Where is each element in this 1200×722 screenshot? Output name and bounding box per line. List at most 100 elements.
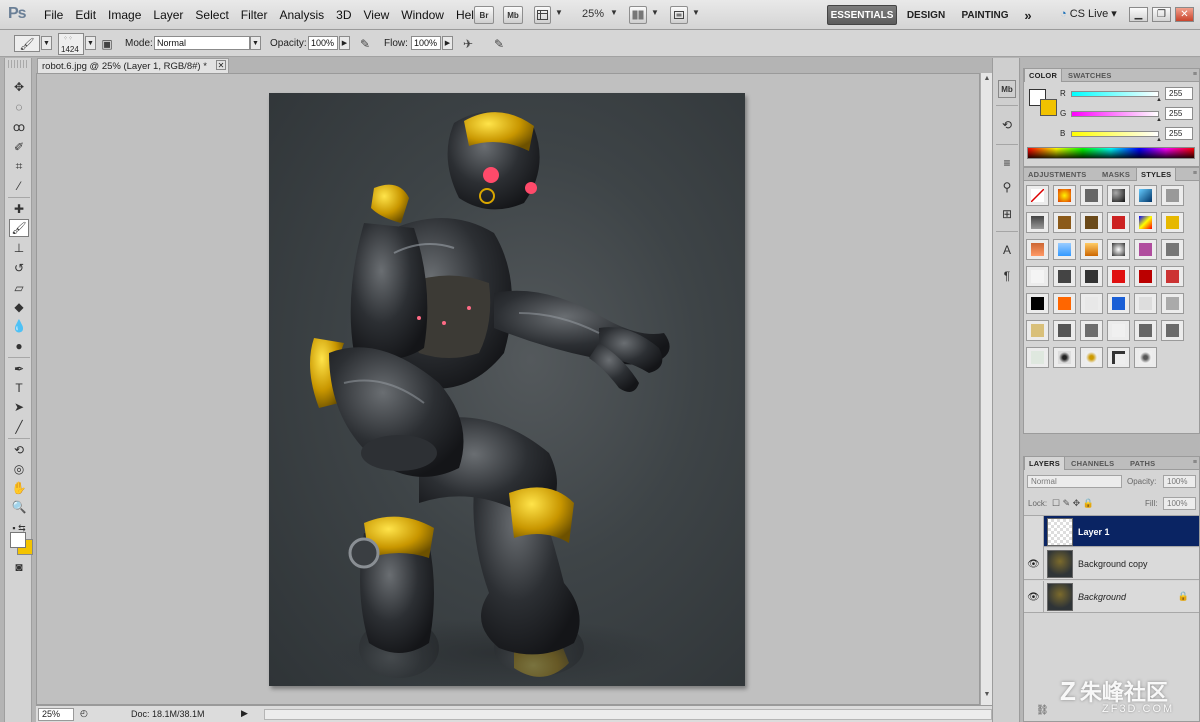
arrange-documents-icon[interactable] xyxy=(629,6,647,24)
style-preset-swatch[interactable] xyxy=(1053,293,1076,314)
tablet-pressure-opacity-icon[interactable]: ✎ xyxy=(356,35,374,52)
channel-b-input[interactable]: 255 xyxy=(1165,127,1193,140)
tool-presets-icon[interactable]: ⊞ xyxy=(998,205,1016,223)
chevron-down-icon[interactable]: ▼ xyxy=(250,36,261,50)
tab-swatches[interactable]: SWATCHES xyxy=(1064,69,1116,82)
style-preset-swatch[interactable] xyxy=(1080,185,1103,206)
zoom-level[interactable]: 25% xyxy=(582,8,604,20)
style-preset-swatch[interactable] xyxy=(1026,266,1049,287)
type-tool-icon[interactable]: T xyxy=(9,379,29,397)
layer-opacity-input[interactable]: 100% xyxy=(1163,475,1196,488)
style-preset-swatch[interactable] xyxy=(1080,320,1103,341)
chevron-down-icon[interactable]: ▼ xyxy=(41,36,52,50)
channel-g-input[interactable]: 255 xyxy=(1165,107,1193,120)
menu-window[interactable]: Window xyxy=(395,8,450,22)
brush-presets-icon[interactable]: ≡ xyxy=(998,154,1016,172)
chevron-right-icon[interactable]: ▶ xyxy=(442,36,453,50)
opacity-input[interactable]: 100% xyxy=(308,36,338,50)
style-preset-swatch[interactable] xyxy=(1107,293,1130,314)
tab-paths[interactable]: PATHS xyxy=(1126,457,1159,470)
style-preset-swatch[interactable] xyxy=(1080,293,1103,314)
chevron-down-icon[interactable]: ▼ xyxy=(610,8,618,17)
menu-analysis[interactable]: Analysis xyxy=(273,8,330,22)
style-preset-swatch[interactable] xyxy=(1134,347,1157,368)
move-tool-icon[interactable]: ✥ xyxy=(9,78,29,96)
style-preset-swatch[interactable] xyxy=(1080,266,1103,287)
quick-mask-icon[interactable]: ◙ xyxy=(9,558,29,576)
tab-color[interactable]: COLOR xyxy=(1024,69,1063,82)
zoom-tool-icon[interactable]: 🔍 xyxy=(9,498,29,516)
tab-adjustments[interactable]: ADJUSTMENTS xyxy=(1024,168,1090,181)
style-preset-swatch[interactable] xyxy=(1107,347,1130,368)
style-preset-swatch[interactable] xyxy=(1053,212,1076,233)
healing-brush-tool-icon[interactable]: ✚ xyxy=(9,200,29,218)
cs-live-button[interactable]: ◔ CS Live ▾ xyxy=(1060,7,1117,20)
tablet-pressure-size-icon[interactable]: ✎ xyxy=(490,35,508,52)
view-extras-icon[interactable] xyxy=(534,6,551,24)
canvas-image[interactable] xyxy=(269,93,745,686)
chevron-right-icon[interactable]: ▶ xyxy=(241,708,248,719)
style-preset-swatch[interactable] xyxy=(1134,212,1157,233)
restore-icon[interactable]: ❐ xyxy=(1152,7,1171,22)
channel-r-slider[interactable] xyxy=(1071,91,1159,97)
workspace-more-button[interactable]: » xyxy=(1018,5,1038,25)
workspace-essentials-button[interactable]: ESSENTIALS xyxy=(827,5,897,25)
brush-tool-icon[interactable]: 🖌 xyxy=(9,219,29,237)
lasso-tool-icon[interactable]: ꝏ xyxy=(9,118,29,136)
color-spectrum-ramp[interactable] xyxy=(1027,147,1195,159)
style-preset-swatch[interactable] xyxy=(1026,185,1049,206)
panel-menu-icon[interactable]: ≡ xyxy=(1193,170,1197,177)
tab-styles[interactable]: STYLES xyxy=(1136,168,1177,181)
slider-knob-icon[interactable]: ▲ xyxy=(1156,117,1162,123)
hand-tool-icon[interactable]: ✋ xyxy=(9,479,29,497)
paragraph-icon[interactable]: ¶ xyxy=(998,267,1016,285)
menu-image[interactable]: Image xyxy=(102,8,147,22)
blend-mode-select[interactable]: Normal xyxy=(1027,475,1122,488)
quick-selection-tool-icon[interactable]: ✐ xyxy=(9,138,29,156)
menu-filter[interactable]: Filter xyxy=(235,8,274,22)
document-tab[interactable]: robot.6.jpg @ 25% (Layer 1, RGB/8#) * ✕ xyxy=(37,58,229,73)
scroll-down-icon[interactable]: ▼ xyxy=(982,691,992,701)
status-zoom-input[interactable]: 25% xyxy=(38,708,74,721)
pen-tool-icon[interactable]: ✒ xyxy=(9,360,29,378)
airbrush-icon[interactable]: ✈ xyxy=(459,35,477,52)
style-preset-swatch[interactable] xyxy=(1053,320,1076,341)
style-preset-swatch[interactable] xyxy=(1053,347,1076,368)
style-preset-swatch[interactable] xyxy=(1161,320,1184,341)
screen-mode-icon[interactable] xyxy=(670,6,688,24)
foreground-color-swatch[interactable] xyxy=(10,532,26,548)
vertical-scrollbar[interactable]: ▲ ▼ xyxy=(980,73,992,705)
layer-row[interactable]: 👁 Background 🔒 xyxy=(1024,581,1199,613)
menu-layer[interactable]: Layer xyxy=(147,8,189,22)
mode-select[interactable]: Normal xyxy=(154,36,250,50)
chevron-down-icon[interactable]: ▼ xyxy=(555,8,563,17)
eye-icon[interactable]: 👁 xyxy=(1024,581,1044,613)
history-brush-tool-icon[interactable]: ↺ xyxy=(9,259,29,277)
panel-menu-icon[interactable]: ≡ xyxy=(1193,459,1197,466)
style-preset-swatch[interactable] xyxy=(1161,212,1184,233)
blur-tool-icon[interactable]: 💧 xyxy=(9,317,29,335)
style-preset-swatch[interactable] xyxy=(1080,347,1103,368)
dodge-tool-icon[interactable]: ● xyxy=(9,337,29,355)
style-preset-swatch[interactable] xyxy=(1161,293,1184,314)
crop-tool-icon[interactable]: ⌗ xyxy=(9,157,29,175)
menu-edit[interactable]: Edit xyxy=(69,8,102,22)
style-preset-swatch[interactable] xyxy=(1134,320,1157,341)
bridge-button[interactable]: Br xyxy=(474,6,494,24)
scroll-up-icon[interactable]: ▲ xyxy=(982,75,992,85)
style-preset-swatch[interactable] xyxy=(1080,239,1103,260)
horizontal-scrollbar[interactable] xyxy=(264,709,992,720)
style-preset-swatch[interactable] xyxy=(1053,266,1076,287)
paint-bucket-tool-icon[interactable]: ◆ xyxy=(9,298,29,316)
style-preset-swatch[interactable] xyxy=(1134,239,1157,260)
channel-r-input[interactable]: 255 xyxy=(1165,87,1193,100)
mini-bridge-button[interactable]: Mb xyxy=(503,6,523,24)
style-preset-swatch[interactable] xyxy=(1134,266,1157,287)
style-preset-swatch[interactable] xyxy=(1107,266,1130,287)
flow-input[interactable]: 100% xyxy=(411,36,441,50)
status-info-icon[interactable]: ◴ xyxy=(80,708,88,719)
chevron-right-icon[interactable]: ▶ xyxy=(339,36,350,50)
path-selection-tool-icon[interactable]: ➤ xyxy=(9,398,29,416)
mini-bridge-icon[interactable]: Mb xyxy=(998,80,1016,98)
close-icon[interactable]: ✕ xyxy=(216,60,226,70)
